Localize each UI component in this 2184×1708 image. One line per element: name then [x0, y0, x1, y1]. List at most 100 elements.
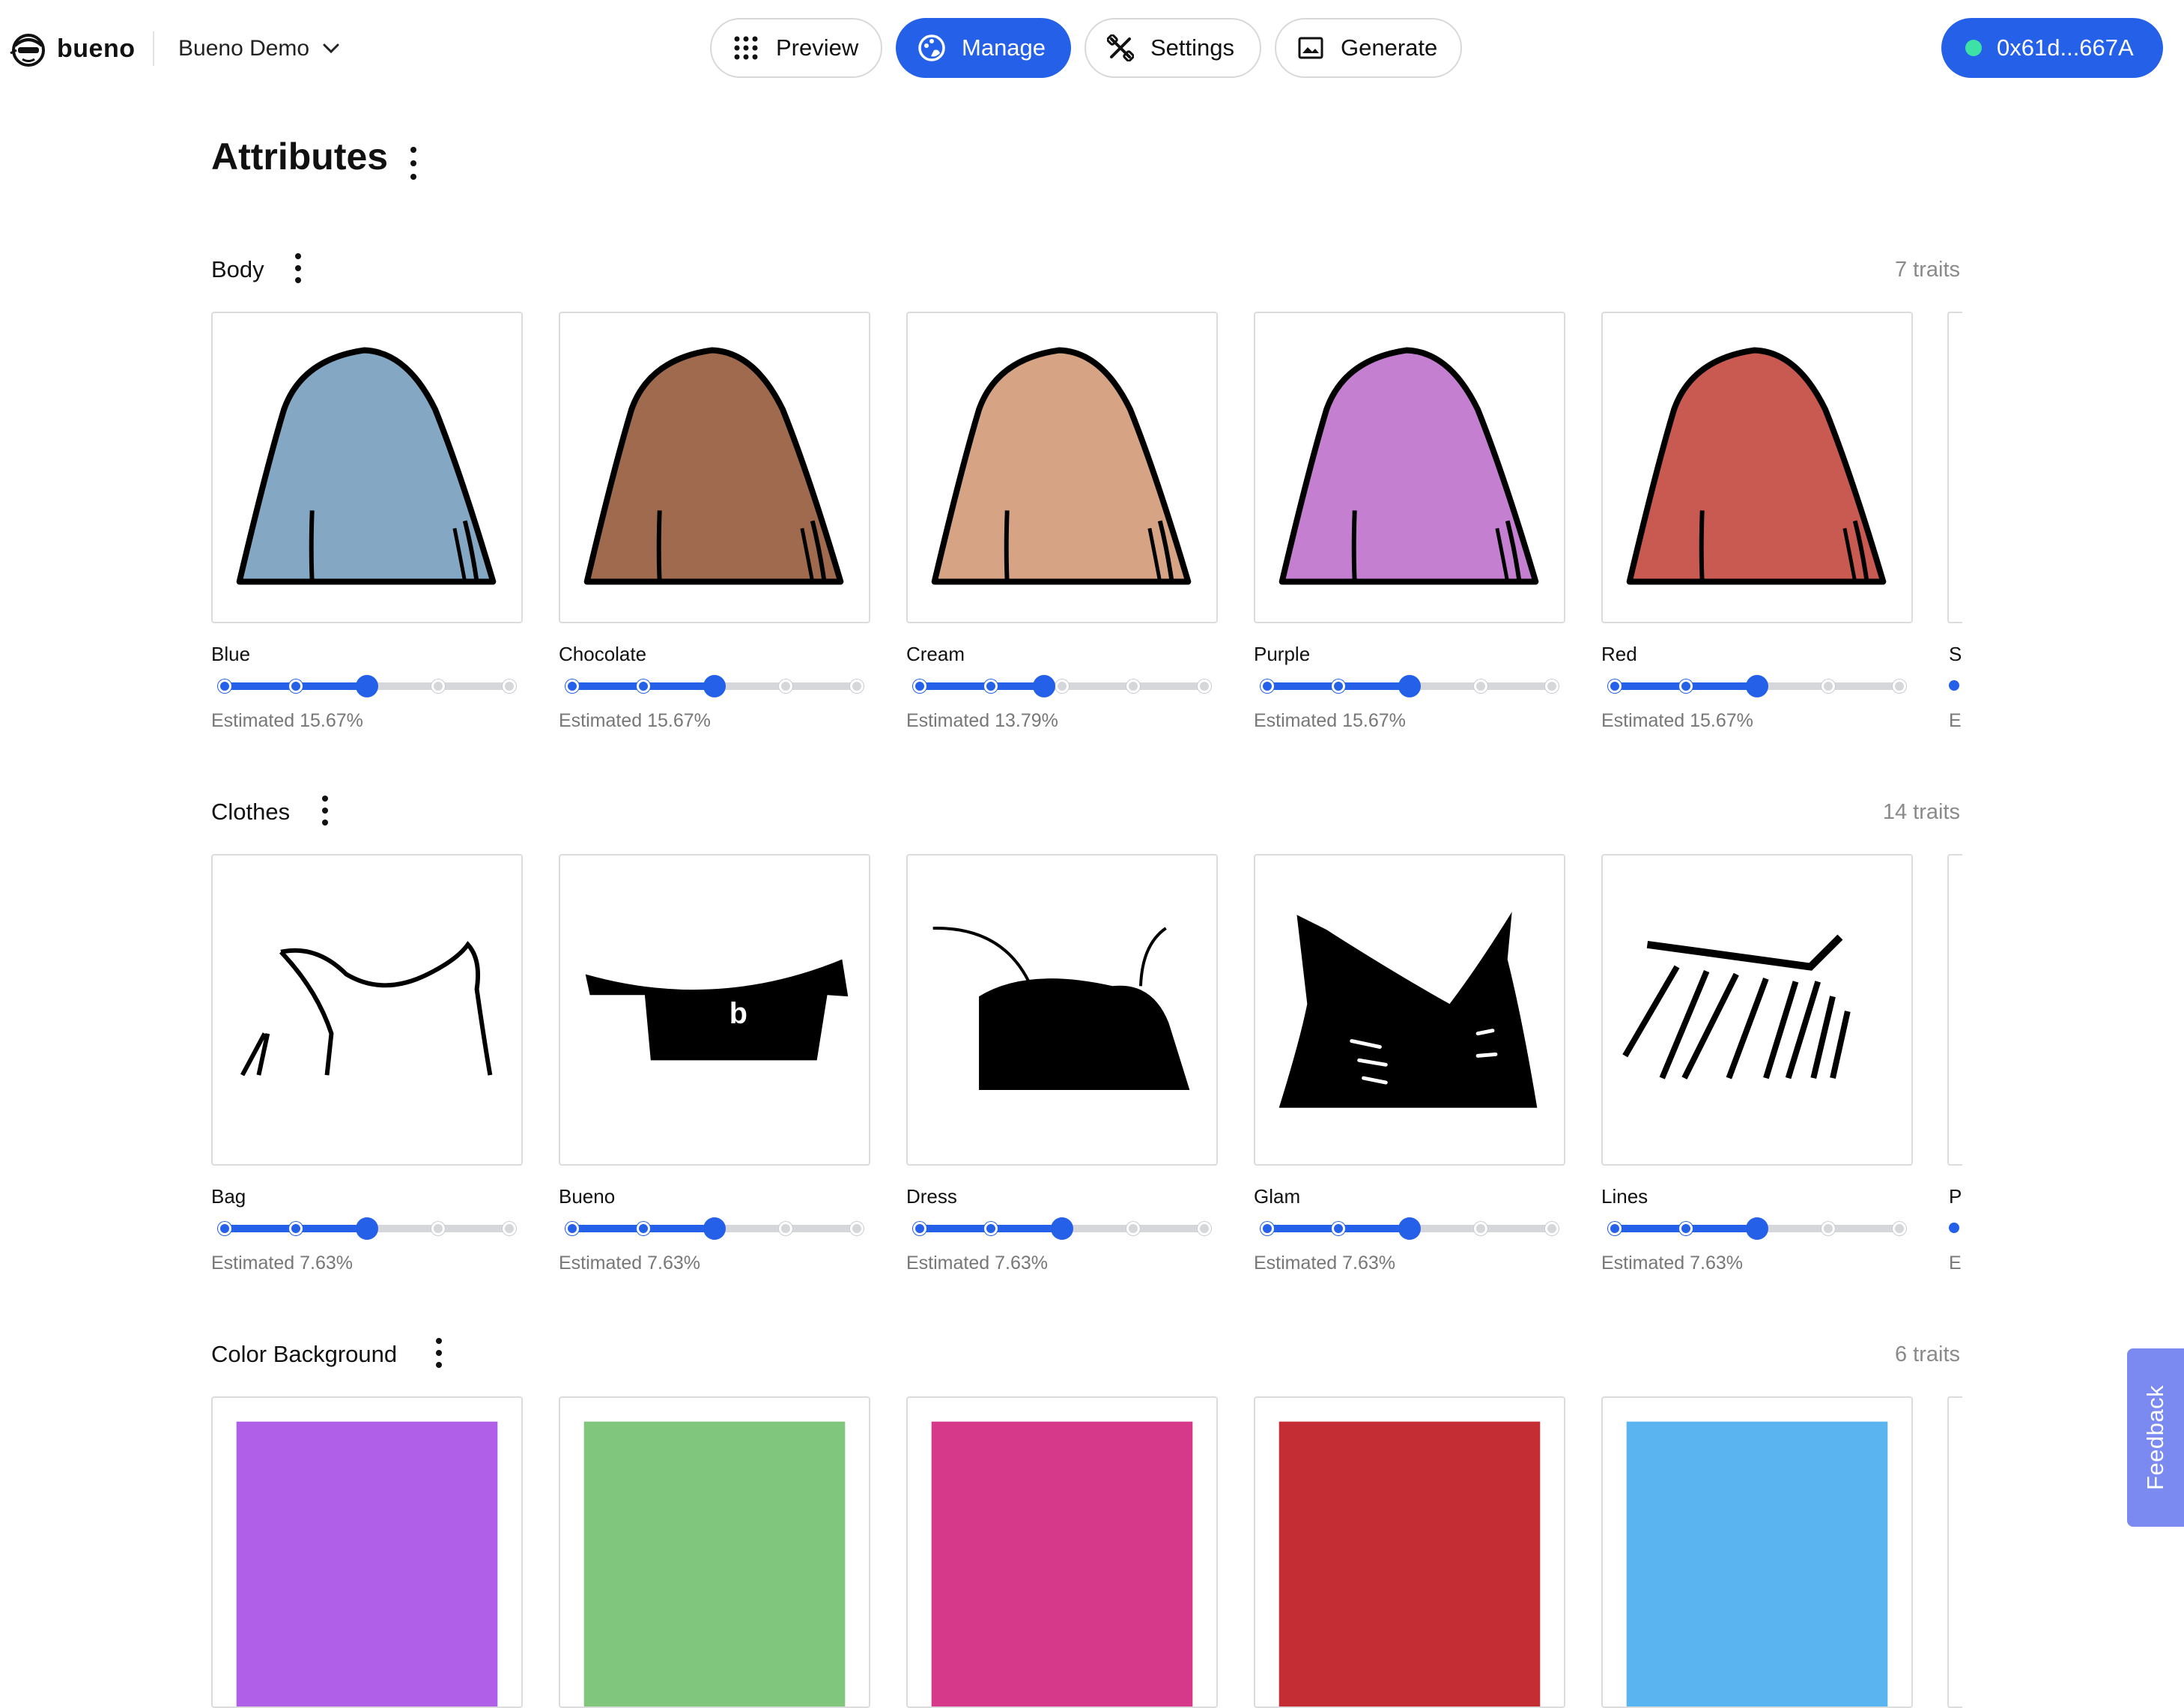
weight-slider[interactable]	[909, 1217, 1215, 1240]
weight-slider[interactable]	[562, 1217, 867, 1240]
logo[interactable]: bueno	[7, 27, 135, 70]
color-background-menu-kebab-icon[interactable]	[431, 1338, 446, 1368]
slider-stop[interactable]	[1198, 1222, 1211, 1235]
slider-stop[interactable]	[779, 1222, 792, 1235]
section-title-clothes: Clothes	[211, 799, 291, 825]
slider-stop[interactable]	[1893, 679, 1906, 693]
slider-stop[interactable]	[1474, 679, 1487, 693]
weight-slider[interactable]	[1257, 1217, 1562, 1240]
clothes-menu-kebab-icon[interactable]	[318, 796, 333, 826]
slider-thumb[interactable]	[1398, 1217, 1421, 1240]
manage-button[interactable]: Manage	[896, 18, 1071, 78]
weight-slider[interactable]	[1257, 674, 1562, 697]
slider-stop[interactable]	[850, 1222, 864, 1235]
weight-slider[interactable]	[214, 674, 520, 697]
slider-stop[interactable]	[1261, 679, 1274, 693]
trait-card[interactable]	[906, 1396, 1218, 1708]
preview-button[interactable]: Preview	[710, 18, 882, 78]
settings-button[interactable]: Settings	[1085, 18, 1261, 78]
slider-stop[interactable]	[1821, 679, 1835, 693]
slider-stop[interactable]	[1126, 1222, 1140, 1235]
slider-stop[interactable]	[1545, 1222, 1559, 1235]
trait-card[interactable]	[211, 312, 523, 623]
trait-card[interactable]	[1601, 312, 1913, 623]
weight-slider[interactable]	[214, 1217, 520, 1240]
slider-thumb[interactable]	[356, 675, 378, 697]
slider-stop[interactable]	[565, 1222, 579, 1235]
trait-card[interactable]	[559, 1396, 870, 1708]
slider-stop[interactable]	[637, 679, 650, 693]
slider-partial[interactable]	[1949, 680, 1959, 691]
slider-stop[interactable]	[984, 1222, 998, 1235]
slider-stop[interactable]	[289, 679, 303, 693]
slider-stop[interactable]	[1608, 1222, 1622, 1235]
section-title-body: Body	[211, 256, 264, 282]
project-selector[interactable]: Bueno Demo	[178, 30, 339, 67]
trait-name: Glam	[1254, 1185, 1301, 1208]
slider-stop[interactable]	[984, 679, 998, 693]
slider-stop[interactable]	[1332, 1222, 1345, 1235]
trait-card-partial[interactable]	[1947, 312, 1962, 623]
wallet-button[interactable]: 0x61d...667A	[1941, 18, 2163, 78]
slider-stop[interactable]	[565, 679, 579, 693]
slider-stop[interactable]	[1198, 679, 1211, 693]
feedback-tab[interactable]: Feedback	[2127, 1348, 2184, 1527]
trait-card[interactable]	[906, 854, 1218, 1166]
weight-slider[interactable]	[1604, 674, 1910, 697]
color-background-trait-count: 6 traits	[1894, 1342, 1960, 1366]
slider-stop[interactable]	[1679, 1222, 1693, 1235]
slider-thumb[interactable]	[703, 1217, 726, 1240]
trait-card-partial[interactable]	[1947, 854, 1962, 1166]
weight-slider[interactable]	[1604, 1217, 1910, 1240]
slider-thumb[interactable]	[1746, 675, 1768, 697]
trait-card[interactable]	[1254, 1396, 1565, 1708]
slider-stop[interactable]	[850, 679, 864, 693]
slider-stop[interactable]	[1261, 1222, 1274, 1235]
slider-stop[interactable]	[1679, 679, 1693, 693]
slider-stop[interactable]	[1893, 1222, 1906, 1235]
trait-card[interactable]	[1254, 854, 1565, 1166]
weight-slider[interactable]	[909, 674, 1215, 697]
weight-slider[interactable]	[562, 674, 867, 697]
slider-stop[interactable]	[218, 1222, 231, 1235]
trait-card[interactable]	[559, 312, 870, 623]
slider-stop[interactable]	[913, 679, 926, 693]
slider-stop[interactable]	[1608, 679, 1622, 693]
slider-stop[interactable]	[637, 1222, 650, 1235]
generate-button[interactable]: Generate	[1275, 18, 1462, 78]
slider-thumb[interactable]	[1033, 675, 1056, 697]
trait-estimate: Estimated 15.67%	[211, 710, 363, 731]
slider-thumb[interactable]	[703, 675, 726, 697]
slider-thumb[interactable]	[356, 1217, 378, 1240]
trait-card[interactable]	[211, 854, 523, 1166]
slider-stop[interactable]	[1474, 1222, 1487, 1235]
slider-stop[interactable]	[1126, 679, 1140, 693]
trait-card[interactable]	[906, 312, 1218, 623]
slider-stop[interactable]	[913, 1222, 926, 1235]
trait-card[interactable]	[1601, 1396, 1913, 1708]
slider-stop[interactable]	[431, 679, 445, 693]
trait-card[interactable]	[1254, 312, 1565, 623]
trait-card[interactable]	[1601, 854, 1913, 1166]
slider-stop[interactable]	[503, 1222, 516, 1235]
trait-card[interactable]	[211, 1396, 523, 1708]
clothes-shape-image	[1278, 912, 1538, 1108]
slider-stop[interactable]	[1055, 679, 1069, 693]
slider-stop[interactable]	[431, 1222, 445, 1235]
feedback-label: Feedback	[2142, 1384, 2169, 1491]
page-menu-kebab-icon[interactable]	[406, 147, 421, 180]
slider-partial[interactable]	[1949, 1223, 1959, 1233]
slider-thumb[interactable]	[1746, 1217, 1768, 1240]
slider-stop[interactable]	[503, 679, 516, 693]
slider-thumb[interactable]	[1051, 1217, 1073, 1240]
body-menu-kebab-icon[interactable]	[291, 253, 306, 283]
slider-stop[interactable]	[1545, 679, 1559, 693]
slider-stop[interactable]	[1821, 1222, 1835, 1235]
slider-stop[interactable]	[779, 679, 792, 693]
slider-stop[interactable]	[1332, 679, 1345, 693]
slider-stop[interactable]	[218, 679, 231, 693]
trait-card-partial[interactable]	[1947, 1396, 1962, 1708]
slider-thumb[interactable]	[1398, 675, 1421, 697]
slider-stop[interactable]	[289, 1222, 303, 1235]
trait-card[interactable]: b	[559, 854, 870, 1166]
